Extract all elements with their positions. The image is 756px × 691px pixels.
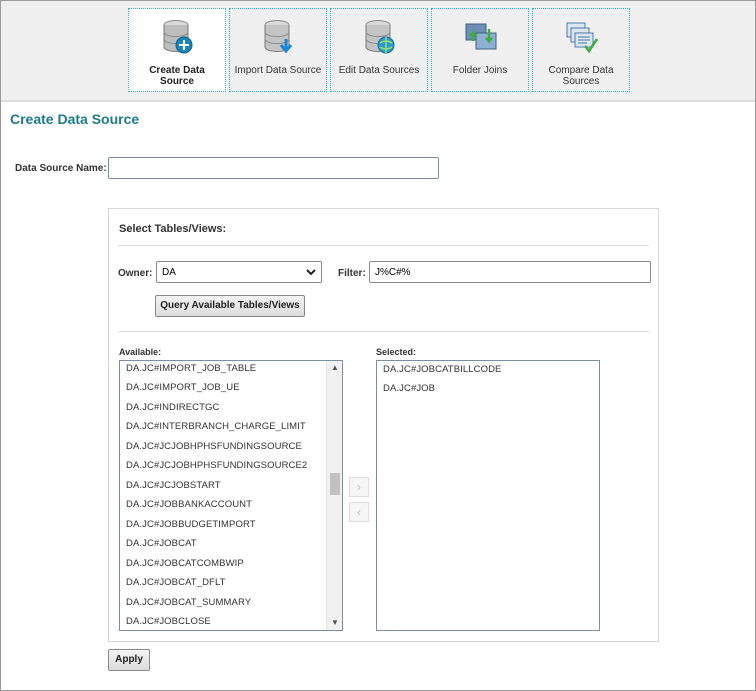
move-left-button[interactable]: ‹ [349,502,369,522]
tool-label: Folder Joins [452,65,508,76]
selected-label: Selected: [376,347,417,357]
select-tables-title: Select Tables/Views: [119,223,227,235]
available-label: Available: [119,347,162,357]
compare-data-sources-button[interactable]: Compare Data Sources [532,8,630,92]
folder-join-icon [465,23,497,50]
owner-label: Owner: [118,268,153,279]
move-right-button[interactable]: › [349,477,369,497]
query-available-button[interactable]: Query Available Tables/Views [155,295,305,317]
filter-value: J%C#% [375,267,411,278]
divider [118,245,649,246]
app-frame: Create Data Source Import Data Source Ed… [0,0,756,691]
scrollbar-thumb[interactable] [330,473,340,495]
apply-button[interactable]: Apply [108,649,150,671]
available-list[interactable]: DA.JC#IMPORT_JOB_TABLE DA.JC#IMPORT_JOB_… [119,360,343,631]
list-item[interactable]: DA.JC#JOBBUDGETIMPORT [126,519,256,530]
divider [118,331,649,332]
create-data-source-button[interactable]: Create Data Source [128,8,226,92]
list-item[interactable]: DA.JC#JOBCAT [126,538,197,549]
owner-select[interactable]: DA [156,261,322,283]
tool-label: Create Data Source [149,65,205,87]
edit-data-sources-button[interactable]: Edit Data Sources [330,8,428,92]
list-item[interactable]: DA.JC#JOBCAT_DFLT [126,577,226,588]
scroll-down-icon[interactable]: ▼ [327,616,342,630]
list-item[interactable]: DA.JC#JOB [383,383,435,394]
toolbar: Create Data Source Import Data Source Ed… [1,1,755,102]
data-source-name-input[interactable] [108,157,439,179]
list-item[interactable]: DA.JC#JOBCATBILLCODE [383,364,502,375]
database-edit-icon [365,20,395,54]
list-item[interactable]: DA.JC#JCJOBHPHSFUNDINGSOURCE2 [126,460,307,471]
list-item[interactable]: DA.JC#JOBCATCOMBWIP [126,558,244,569]
data-source-name-label: Data Source Name: [15,163,107,174]
owner-value: DA [162,267,176,278]
scroll-up-icon[interactable]: ▲ [327,361,342,375]
list-item[interactable]: DA.JC#JOBCAT_SUMMARY [126,597,251,608]
folder-joins-button[interactable]: Folder Joins [431,8,529,92]
tool-label: Edit Data Sources [338,65,420,76]
filter-input[interactable]: J%C#% [369,261,651,283]
list-item[interactable]: DA.JC#JOBBANKACCOUNT [126,499,252,510]
list-item[interactable]: DA.JC#INTERBRANCH_CHARGE_LIMIT [126,421,306,432]
list-item[interactable]: DA.JC#IMPORT_JOB_TABLE [126,363,256,374]
list-item[interactable]: DA.JC#JOBCLOSE [126,616,211,627]
tool-label: Compare Data Sources [548,65,614,87]
list-item[interactable]: DA.JC#IMPORT_JOB_UE [126,382,240,393]
list-item[interactable]: DA.JC#INDIRECTGC [126,402,219,413]
list-item[interactable]: DA.JC#JCJOBSTART [126,480,221,491]
available-scrollbar[interactable]: ▲ ▼ [326,361,342,630]
chevron-down-icon [306,269,316,276]
page-title: Create Data Source [10,111,140,127]
selected-list[interactable]: DA.JC#JOBCATBILLCODE DA.JC#JOB [376,360,600,631]
list-item[interactable]: DA.JC#JCJOBHPHSFUNDINGSOURCE [126,441,302,452]
database-import-icon [264,20,293,54]
import-data-source-button[interactable]: Import Data Source [229,8,327,92]
select-tables-panel: Select Tables/Views: Owner: DA Filter: J… [108,208,659,642]
database-create-icon [163,20,193,54]
filter-label: Filter: [338,268,366,279]
tool-label: Import Data Source [234,65,322,76]
compare-icon [566,22,599,54]
